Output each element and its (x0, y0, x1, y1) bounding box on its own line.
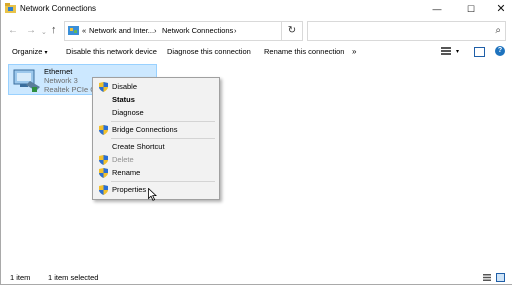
menu-item-label: Bridge Connections (112, 125, 178, 134)
menu-separator (111, 121, 215, 122)
breadcrumb-separator-icon[interactable]: › (154, 26, 157, 36)
menu-item-rename[interactable]: Rename (93, 167, 219, 179)
menu-item-diagnose[interactable]: Diagnose (93, 107, 219, 119)
menu-separator (111, 181, 215, 182)
selection-count: 1 item selected (48, 273, 99, 282)
breadcrumb-network-connections[interactable]: Network Connections (162, 26, 233, 36)
window-title: Network Connections (20, 4, 97, 13)
command-bar: Organize ▾ Disable this network device Di… (1, 43, 512, 60)
status-bar: 1 item 1 item selected (1, 272, 512, 284)
connection-name: Ethernet (44, 67, 73, 76)
more-commands-icon[interactable]: » (352, 47, 356, 57)
menu-item-disable[interactable]: Disable (93, 81, 219, 93)
menu-item-bridge-connections[interactable]: Bridge Connections (93, 124, 219, 136)
menu-item-label: Delete (112, 155, 134, 164)
menu-item-label: Status (112, 95, 135, 104)
forward-button[interactable]: → (26, 25, 36, 37)
address-bar[interactable]: « Network and Inter... › Network Connect… (64, 21, 282, 41)
organize-label: Organize (12, 47, 43, 56)
shield-icon (99, 155, 108, 165)
mouse-pointer-icon (148, 188, 157, 201)
address-overflow-icon[interactable]: « (82, 26, 86, 36)
details-view-icon[interactable] (483, 274, 491, 281)
connection-network: Network 3 (44, 76, 78, 85)
recent-locations-button[interactable]: ⌄ (41, 27, 47, 39)
preview-pane-icon[interactable] (474, 47, 485, 57)
view-options-chevron-icon[interactable]: ▾ (456, 48, 459, 55)
control-panel-icon (68, 26, 79, 35)
up-button[interactable]: ↑ (51, 24, 57, 36)
back-button[interactable]: ← (8, 25, 18, 37)
menu-item-label: Create Shortcut (112, 142, 165, 151)
diagnose-connection-button[interactable]: Diagnose this connection (167, 47, 251, 57)
menu-item-create-shortcut[interactable]: Create Shortcut (93, 141, 219, 153)
refresh-button[interactable]: ↻ (282, 21, 303, 41)
menu-item-delete: Delete (93, 154, 219, 166)
menu-item-label: Diagnose (112, 108, 144, 117)
menu-item-status[interactable]: Status (93, 94, 219, 106)
explorer-window: Network Connections — ☐ ✕ ← → ⌄ ↑ « Netw… (0, 0, 512, 285)
rename-connection-button[interactable]: Rename this connection (264, 47, 344, 57)
menu-separator (111, 138, 215, 139)
title-bar: Network Connections — ☐ ✕ (1, 0, 512, 18)
maximize-button[interactable]: ☐ (456, 0, 486, 18)
menu-item-label: Disable (112, 82, 138, 91)
shield-icon (99, 125, 108, 135)
item-count: 1 item (10, 273, 31, 282)
breadcrumb-network-and-internet[interactable]: Network and Inter... (89, 26, 154, 36)
context-menu: Disable Status Diagnose Bridge Connectio… (92, 77, 220, 200)
menu-item-label: Properties (112, 185, 147, 194)
breadcrumb-separator-icon[interactable]: › (234, 26, 237, 36)
shield-icon (99, 168, 108, 178)
menu-item-label: Rename (112, 168, 141, 177)
large-icons-view-icon[interactable] (496, 273, 505, 282)
help-icon[interactable]: ? (495, 46, 505, 56)
minimize-button[interactable]: — (422, 0, 452, 18)
shield-icon (99, 82, 108, 92)
change-view-icon[interactable] (441, 47, 451, 55)
chevron-down-icon: ▾ (44, 50, 48, 56)
disable-device-button[interactable]: Disable this network device (66, 47, 157, 57)
search-icon: ⌕ (495, 25, 501, 36)
close-button[interactable]: ✕ (486, 0, 512, 18)
network-folder-icon (5, 3, 16, 13)
organize-button[interactable]: Organize ▾ (12, 47, 47, 58)
shield-icon (99, 185, 108, 195)
ethernet-adapter-icon (13, 69, 40, 92)
search-input[interactable]: ⌕ (307, 21, 506, 41)
